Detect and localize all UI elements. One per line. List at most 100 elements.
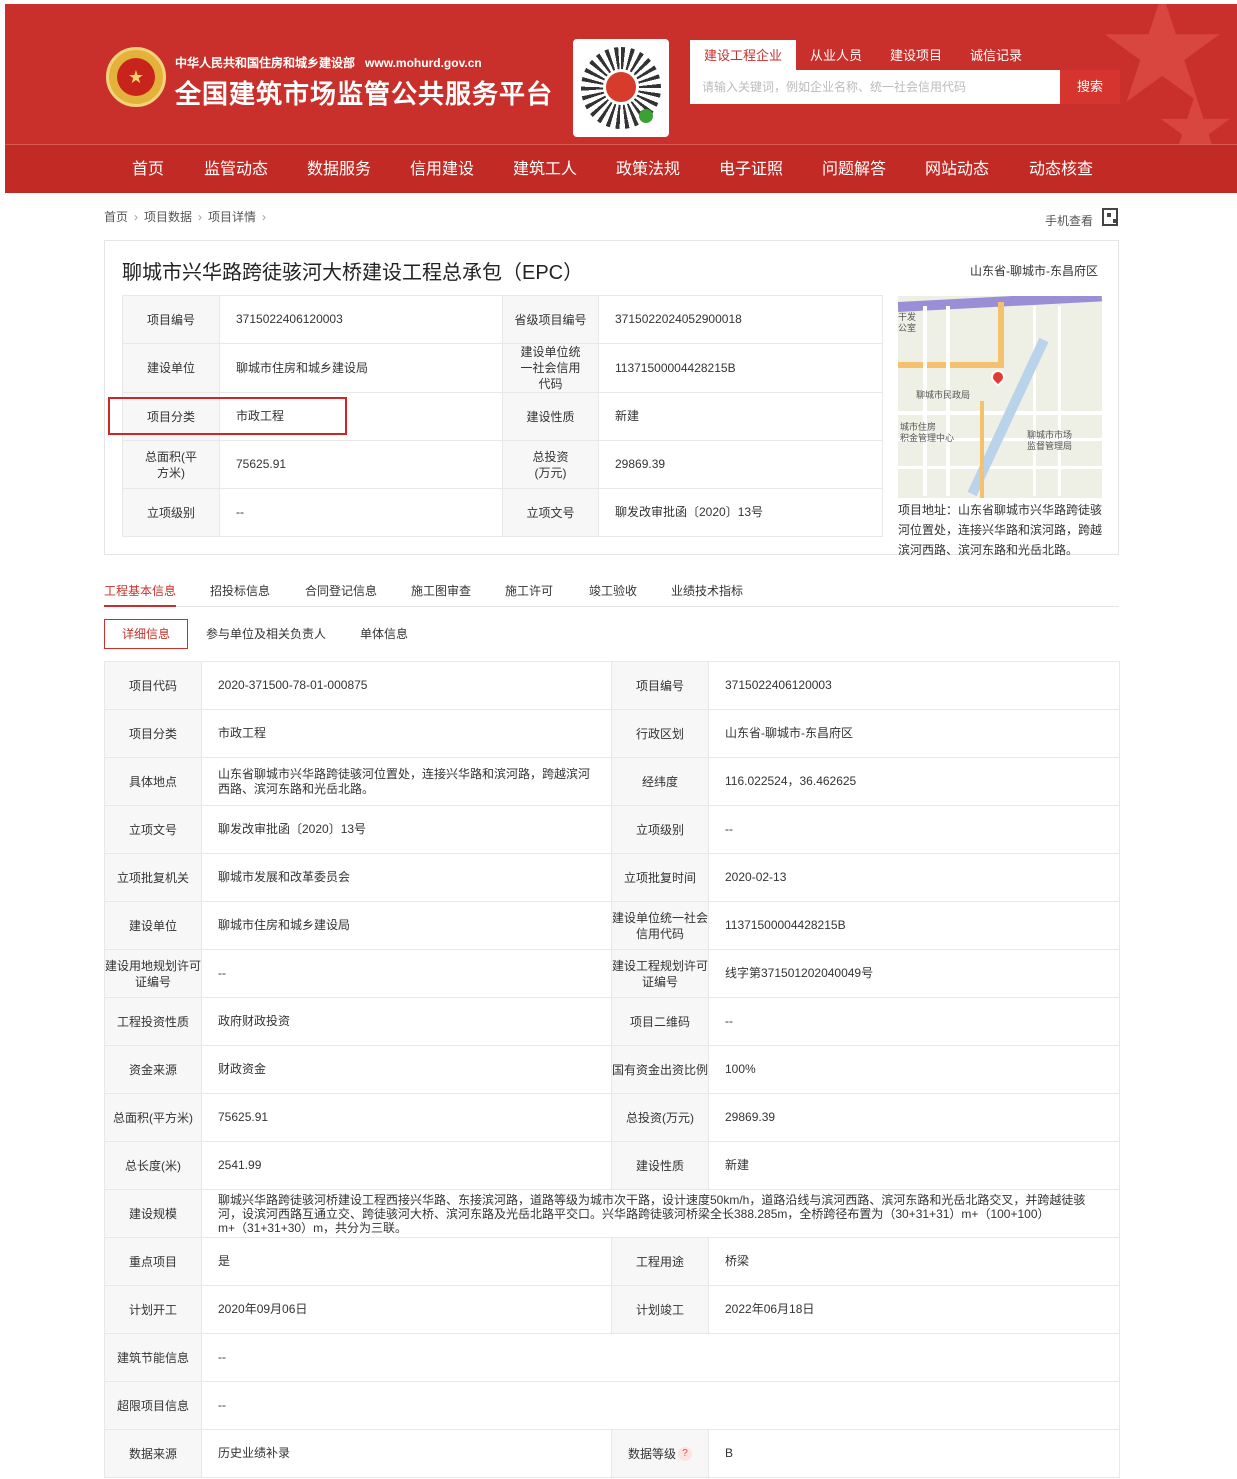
search-category-tabs: 建设工程企业 从业人员 建设项目 诚信记录 <box>690 40 1036 72</box>
field-value: -- <box>201 949 612 998</box>
breadcrumb-project-data[interactable]: 项目数据 <box>144 210 192 224</box>
field-value: 桥梁 <box>708 1237 1120 1286</box>
breadcrumb-home[interactable]: 首页 <box>104 210 128 224</box>
field-label: 总面积(平方米) <box>104 1093 202 1142</box>
map-label: 聊城市市场 监督管理局 <box>1027 430 1073 451</box>
ministry-url[interactable]: www.mohurd.gov.cn <box>365 56 482 70</box>
field-label: 建设工程规划许可证编号 <box>611 949 709 998</box>
field-label: 立项级别 <box>611 805 709 854</box>
tab-performance[interactable]: 业绩技术指标 <box>671 582 743 599</box>
table-row: 项目编号 3715022406120003 省级项目编号 37150220240… <box>122 295 883 344</box>
nav-data-service[interactable]: 数据服务 <box>307 145 371 193</box>
table-row: 建筑节能信息 -- <box>104 1333 1120 1382</box>
table-row: 重点项目是工程用途 桥梁 <box>104 1237 1120 1286</box>
field-value: 3715022406120003 <box>219 295 503 344</box>
field-label: 重点项目 <box>104 1237 202 1286</box>
field-label: 立项级别 <box>122 488 220 537</box>
breadcrumb-project-detail: 项目详情 <box>208 210 257 224</box>
field-value: 聊城兴华路跨徒骇河桥建设工程西接兴华路、东接滨河路，道路等级为城市次干路，设计速… <box>201 1189 1120 1238</box>
tab-basic-info[interactable]: 工程基本信息 <box>104 582 177 607</box>
field-value: 新建 <box>598 392 883 441</box>
search-input[interactable] <box>690 70 1060 104</box>
mobile-view-link[interactable]: 手机查看 <box>1045 212 1093 229</box>
field-value: -- <box>219 488 503 537</box>
mini-program-qr-code <box>573 39 669 137</box>
subtab-units[interactable]: 单体信息 <box>360 619 408 649</box>
field-value: 11371500004428215B <box>598 343 883 393</box>
field-label: 建设单位 <box>122 343 220 393</box>
nav-e-certificate[interactable]: 电子证照 <box>719 145 783 193</box>
field-label: 工程用途 <box>611 1237 709 1286</box>
nav-home[interactable]: 首页 <box>132 145 164 193</box>
tab-completion[interactable]: 竣工验收 <box>589 582 637 599</box>
highlight-box <box>108 397 347 435</box>
project-location-map[interactable]: 干发 公室 聊城市民政局 城市住房 积金管理中心 聊城市市场 监督管理局 <box>898 296 1102 498</box>
field-label: 数据等级? <box>611 1429 709 1478</box>
field-label: 总面积(平方米) <box>122 440 220 489</box>
field-label: 建设用地规划许可证编号 <box>104 949 202 998</box>
search-box <box>690 70 1060 104</box>
field-label: 总投资(万元) <box>502 440 599 489</box>
table-row: 建设用地规划许可证编号 -- 建设工程规划许可证编号 线字第3715012020400… <box>104 949 1120 998</box>
field-value: 29869.39 <box>708 1093 1120 1142</box>
field-value: 29869.39 <box>598 440 883 489</box>
field-label: 计划竣工 <box>611 1285 709 1334</box>
field-label: 建设性质 <box>502 392 599 441</box>
national-emblem-logo[interactable]: ★ <box>106 47 166 107</box>
qr-code-icon[interactable] <box>1102 208 1118 226</box>
search-tab-credit[interactable]: 诚信记录 <box>956 40 1036 72</box>
nav-workers[interactable]: 建筑工人 <box>513 145 577 193</box>
field-value: B <box>708 1429 1120 1478</box>
tab-drawing-review[interactable]: 施工图审查 <box>411 582 471 599</box>
nav-dynamic-check[interactable]: 动态核查 <box>1029 145 1093 193</box>
field-value: 11371500004428215B <box>708 901 1120 950</box>
chevron-right-icon: › <box>198 210 203 224</box>
field-value: -- <box>201 1381 1120 1430</box>
subtab-detail[interactable]: 详细信息 <box>104 619 188 649</box>
main-tabs: 工程基本信息 招投标信息 合同登记信息 施工图审查 施工许可 竣工验收 业绩技术… <box>104 580 1119 607</box>
tab-bidding[interactable]: 招投标信息 <box>210 582 270 599</box>
field-value: 聊城市住房和城乡建设局 <box>201 901 612 950</box>
table-row: 具体地点 山东省聊城市兴华路跨徒骇河位置处，连接兴华路和滨河路，跨越滨河西路、滨河… <box>104 757 1120 806</box>
tab-construction-permit[interactable]: 施工许可 <box>505 582 553 599</box>
table-row: 建设单位 聊城市住房和城乡建设局 建设单位统一社会信用代码 1137150000… <box>122 343 883 393</box>
field-value: 2020-02-13 <box>708 853 1120 902</box>
field-value: 聊发改审批函〔2020〕13号 <box>598 488 883 537</box>
nav-policy[interactable]: 政策法规 <box>616 145 680 193</box>
search-tab-project[interactable]: 建设项目 <box>876 40 956 72</box>
table-row: 项目代码 2020-371500-78-01-000875 项目编号 37150224… <box>104 661 1120 710</box>
field-value: 聊发改审批函〔2020〕13号 <box>201 805 612 854</box>
nav-faq[interactable]: 问题解答 <box>822 145 886 193</box>
ministry-name: 中华人民共和国住房和城乡建设部 www.mohurd.gov.cn <box>175 56 482 70</box>
field-value: 3715022406120003 <box>708 661 1120 710</box>
map-label: 聊城市民政局 <box>916 390 971 400</box>
table-row: 计划开工 2020年09月06日 计划竣工 2022年06月18日 <box>104 1285 1120 1334</box>
nav-credit[interactable]: 信用建设 <box>410 145 474 193</box>
project-detail-table: 项目代码 2020-371500-78-01-000875 项目编号 37150224… <box>104 661 1120 1478</box>
field-label: 国有资金出资比例 <box>611 1045 709 1094</box>
nav-regulatory-news[interactable]: 监管动态 <box>204 145 268 193</box>
field-value: 3715022024052900018 <box>598 295 883 344</box>
search-tab-personnel[interactable]: 从业人员 <box>796 40 876 72</box>
field-value: 2020年09月06日 <box>201 1285 612 1334</box>
tab-contract[interactable]: 合同登记信息 <box>305 582 377 599</box>
search-tab-enterprise[interactable]: 建设工程企业 <box>690 40 797 72</box>
field-label: 立项批复机关 <box>104 853 202 902</box>
site-title[interactable]: 全国建筑市场监管公共服务平台 <box>175 74 553 111</box>
chevron-right-icon: › <box>134 210 139 224</box>
field-label: 总投资(万元) <box>611 1093 709 1142</box>
table-row: 建设规模 聊城兴华路跨徒骇河桥建设工程西接兴华路、东接滨河路，道路等级为城市次干… <box>104 1189 1120 1238</box>
table-row: 立项级别 -- 立项文号 聊发改审批函〔2020〕13号 <box>122 488 883 537</box>
table-row: 资金来源 财政资金 国有资金出资比例 100% <box>104 1045 1120 1094</box>
search-button[interactable]: 搜索 <box>1060 70 1120 104</box>
field-label: 项目分类 <box>104 709 202 758</box>
field-label: 项目编号 <box>122 295 220 344</box>
main-nav: 首页 监管动态 数据服务 信用建设 建筑工人 政策法规 电子证照 问题解答 网站… <box>5 144 1237 193</box>
help-icon[interactable]: ? <box>678 1447 692 1462</box>
table-row: 立项文号 聊发改审批函〔2020〕13号 立项级别 -- <box>104 805 1120 854</box>
field-value: 聊城市住房和城乡建设局 <box>219 343 503 393</box>
subtab-participants[interactable]: 参与单位及相关负责人 <box>206 619 326 649</box>
field-label: 超限项目信息 <box>104 1381 202 1430</box>
nav-site-news[interactable]: 网站动态 <box>925 145 989 193</box>
field-label: 立项文号 <box>502 488 599 537</box>
